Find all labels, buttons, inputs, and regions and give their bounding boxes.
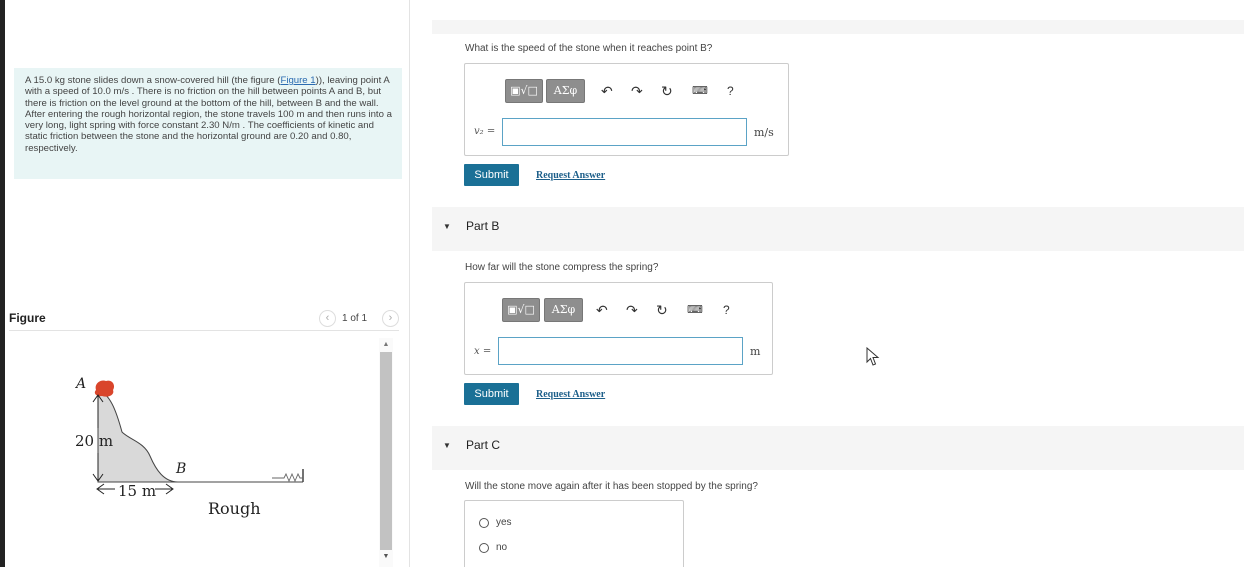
help-button[interactable]: ?	[723, 301, 730, 319]
keyboard-icon[interactable]: ⌨	[687, 301, 703, 319]
answer-panel: What is the speed of the stone when it r…	[412, 0, 1244, 567]
v2-variable-label: v₂ =	[474, 126, 496, 137]
height-label: 20 m	[75, 432, 114, 450]
part-c-header[interactable]: ▼ Part C	[432, 426, 1244, 470]
mouse-cursor-icon	[866, 347, 880, 366]
v2-answer-input[interactable]	[502, 118, 747, 146]
redo-icon[interactable]: ↷	[631, 82, 643, 100]
radio-no[interactable]	[479, 543, 489, 553]
part-a-request-answer-link[interactable]: Request Answer	[536, 170, 605, 181]
scroll-thumb[interactable]	[380, 352, 392, 550]
reset-icon[interactable]: ↻	[661, 82, 673, 100]
part-c-choices: yes no	[464, 500, 684, 567]
spring-icon	[272, 472, 303, 483]
undo-icon[interactable]: ↶	[601, 82, 613, 100]
chevron-left-icon[interactable]: ‹	[319, 310, 336, 327]
point-a-label: A	[76, 376, 87, 392]
part-b-request-answer-link[interactable]: Request Answer	[536, 389, 605, 400]
part-b-question: How far will the stone compress the spri…	[465, 262, 659, 273]
figure-page-indicator: 1 of 1	[342, 313, 368, 324]
radio-yes[interactable]	[479, 518, 489, 528]
keyboard-icon[interactable]: ⌨	[692, 82, 708, 100]
v2-unit: m/s	[754, 126, 774, 139]
problem-statement: A 15.0 kg stone slides down a snow-cover…	[14, 68, 402, 179]
templates-button[interactable]: ▣√□	[505, 79, 543, 103]
part-a-question: What is the speed of the stone when it r…	[465, 43, 713, 54]
greek-symbols-button[interactable]: ΑΣφ	[544, 298, 583, 322]
figure-scrollbar[interactable]: ▲ ▼	[379, 338, 393, 567]
problem-text-start: A 15.0 kg stone slides down a snow-cover…	[25, 75, 281, 86]
point-b-label: B	[176, 461, 187, 477]
part-c-question: Will the stone move again after it has b…	[465, 481, 758, 492]
part-b-submit-button[interactable]: Submit	[464, 383, 519, 405]
part-a-header	[432, 20, 1244, 34]
figure-title: Figure	[9, 311, 46, 325]
scroll-up-arrow-icon[interactable]: ▲	[379, 338, 393, 352]
figure-link[interactable]: Figure 1	[280, 75, 315, 86]
redo-icon[interactable]: ↷	[626, 301, 638, 319]
part-b-header[interactable]: ▼ Part B	[432, 207, 1244, 251]
caret-down-icon: ▼	[443, 441, 451, 450]
templates-button[interactable]: ▣√□	[502, 298, 540, 322]
part-a-answer-box: ▣√□ ΑΣφ ↶ ↷ ↻ ⌨ ? v₂ = m/s	[464, 63, 789, 156]
stone-icon	[94, 380, 115, 397]
problem-text-rest: )), leaving point A with a speed of 10.0…	[25, 75, 392, 154]
figure-header: Figure ‹ 1 of 1 ›	[9, 307, 399, 331]
x-answer-input[interactable]	[498, 337, 743, 365]
part-b-title: Part B	[466, 219, 500, 233]
caret-down-icon: ▼	[443, 222, 451, 231]
rough-label: Rough	[208, 499, 261, 518]
chevron-right-icon[interactable]: ›	[382, 310, 399, 327]
help-button[interactable]: ?	[727, 82, 734, 100]
greek-symbols-button[interactable]: ΑΣφ	[546, 79, 585, 103]
distance-label: 15 m	[118, 482, 157, 500]
undo-icon[interactable]: ↶	[596, 301, 608, 319]
x-variable-label: x =	[474, 346, 492, 357]
part-c-title: Part C	[466, 438, 501, 452]
part-a-submit-button[interactable]: Submit	[464, 164, 519, 186]
choice-no-label: no	[496, 542, 508, 553]
scroll-down-arrow-icon[interactable]: ▼	[379, 550, 393, 564]
reset-icon[interactable]: ↻	[656, 301, 668, 319]
x-unit: m	[750, 345, 761, 358]
choice-yes-label: yes	[496, 517, 512, 528]
part-b-answer-box: ▣√□ ΑΣφ ↶ ↷ ↻ ⌨ ? x = m	[464, 282, 773, 375]
